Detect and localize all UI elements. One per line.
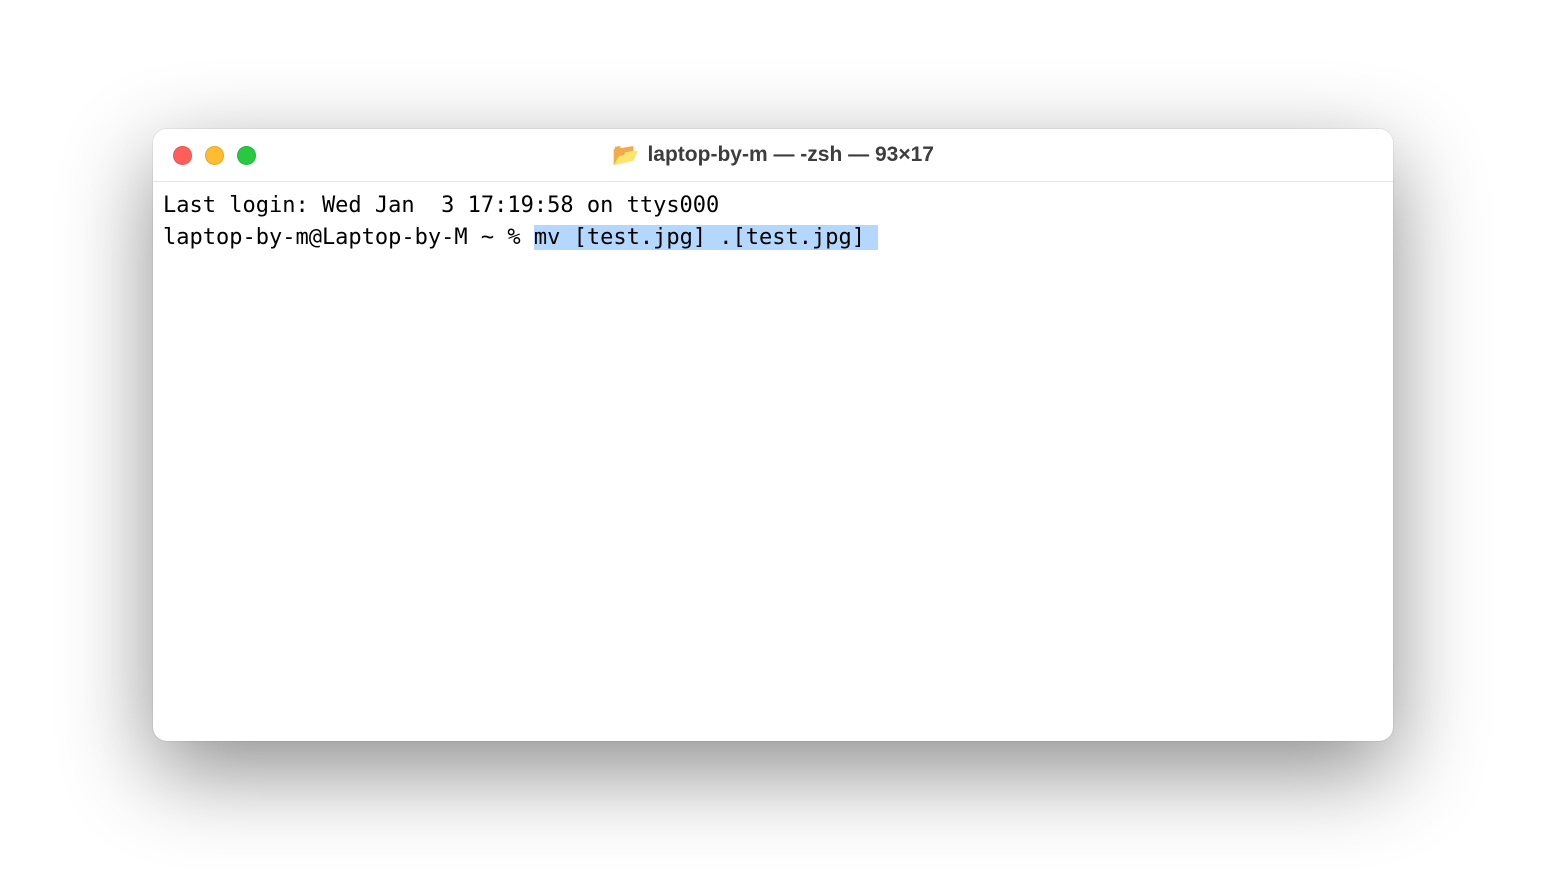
terminal-body[interactable]: Last login: Wed Jan 3 17:19:58 on ttys00… (153, 182, 1393, 741)
command-selection[interactable]: mv [test.jpg] .[test.jpg] (534, 225, 878, 250)
prompt-line: laptop-by-m@Laptop-by-M ~ % mv [test.jpg… (163, 222, 1383, 254)
window-title-container: 📂 laptop-by-m — -zsh — 93×17 (612, 143, 934, 167)
prompt-text: laptop-by-m@Laptop-by-M ~ % (163, 225, 534, 250)
close-button[interactable] (173, 146, 192, 165)
window-title: laptop-by-m — -zsh — 93×17 (647, 143, 933, 167)
last-login-line: Last login: Wed Jan 3 17:19:58 on ttys00… (163, 190, 1383, 222)
titlebar[interactable]: 📂 laptop-by-m — -zsh — 93×17 (153, 129, 1393, 182)
minimize-button[interactable] (205, 146, 224, 165)
folder-icon: 📂 (612, 144, 639, 166)
zoom-button[interactable] (237, 146, 256, 165)
terminal-window: 📂 laptop-by-m — -zsh — 93×17 Last login:… (153, 129, 1393, 741)
traffic-lights (173, 146, 256, 165)
